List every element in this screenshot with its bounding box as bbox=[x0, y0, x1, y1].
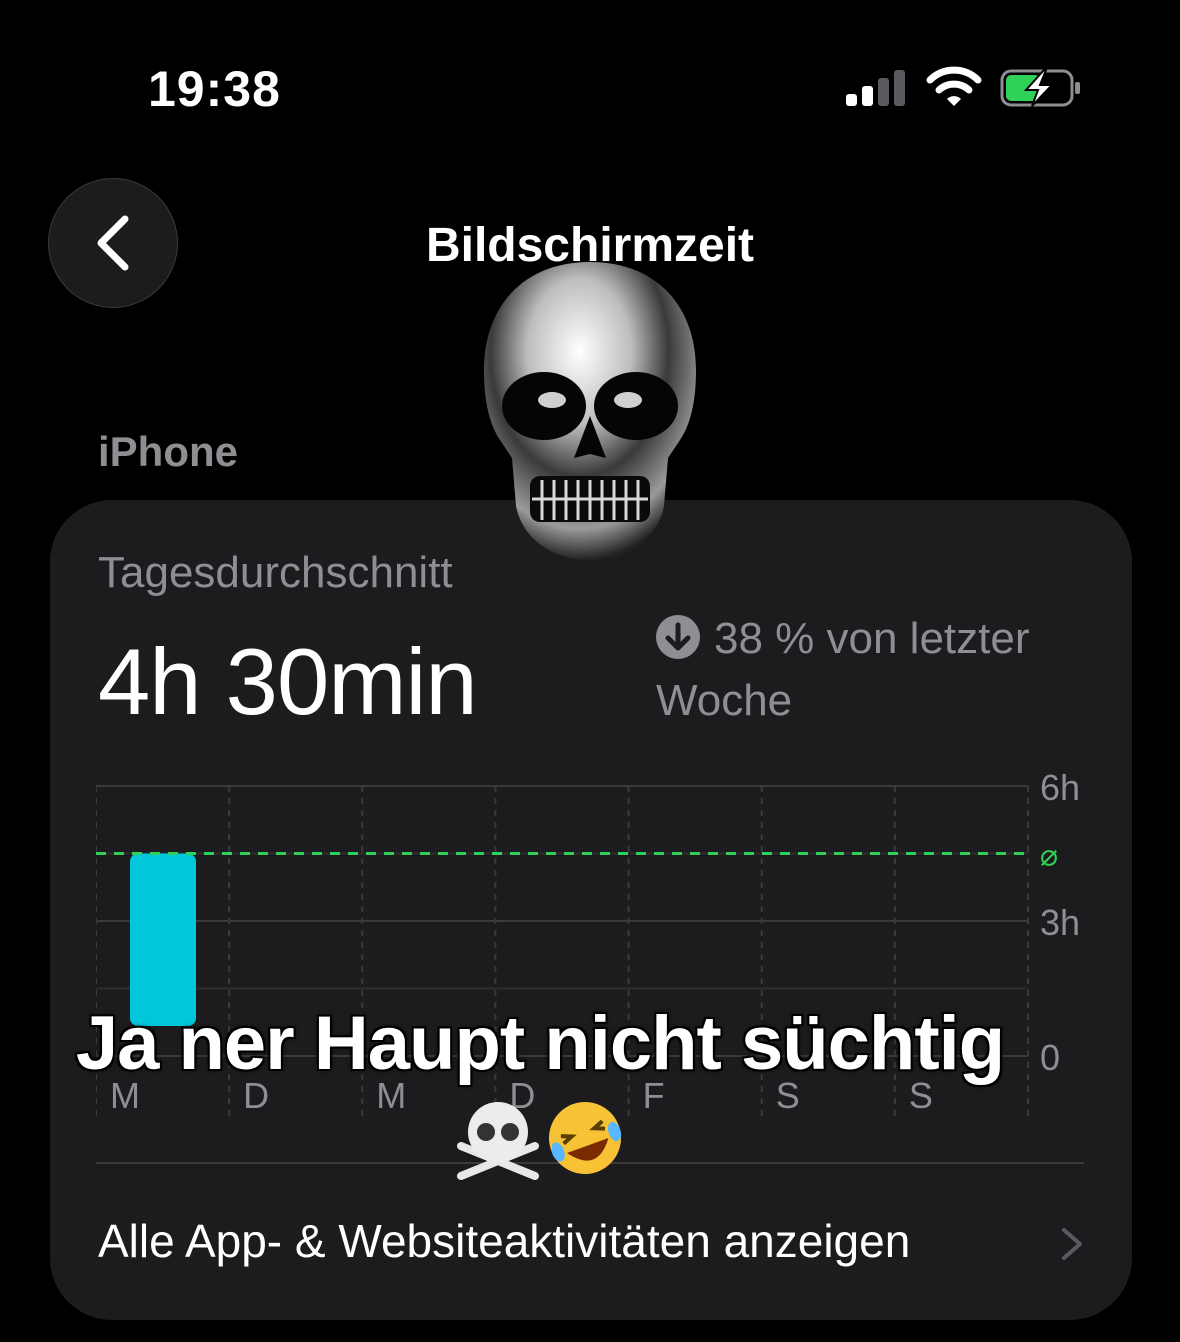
daily-average-label: Tagesdurchschnitt bbox=[98, 548, 453, 597]
status-time: 19:38 bbox=[148, 61, 281, 117]
chevron-right-icon bbox=[1062, 1228, 1082, 1260]
battery-charging-icon bbox=[1000, 69, 1080, 107]
wifi-icon bbox=[926, 66, 982, 106]
all-activity-link[interactable]: Alle App- & Websiteaktivitäten anzeigen bbox=[98, 1214, 910, 1268]
cellular-signal-icon bbox=[846, 70, 906, 106]
rofl-emoji bbox=[549, 1102, 622, 1174]
weekly-change-line1: 38 % von letzter bbox=[714, 614, 1030, 663]
average-label: ⌀ bbox=[1040, 839, 1058, 874]
daily-average-value: 4h 30min bbox=[98, 629, 478, 734]
skull-sticker bbox=[484, 262, 696, 560]
y-tick-label: 6h bbox=[1040, 770, 1080, 808]
emoji-row bbox=[457, 1102, 622, 1180]
section-label-device: iPhone bbox=[98, 428, 239, 475]
y-tick-label: 3h bbox=[1040, 902, 1080, 943]
arrow-down-circle-icon bbox=[656, 615, 700, 659]
overlay-caption: Ja ner Haupt nicht süchtig bbox=[75, 1001, 1005, 1086]
weekly-change: 38 % von letzter Woche bbox=[656, 608, 1096, 732]
weekly-change-line2: Woche bbox=[656, 676, 793, 725]
skull-crossbones-emoji bbox=[457, 1102, 539, 1180]
